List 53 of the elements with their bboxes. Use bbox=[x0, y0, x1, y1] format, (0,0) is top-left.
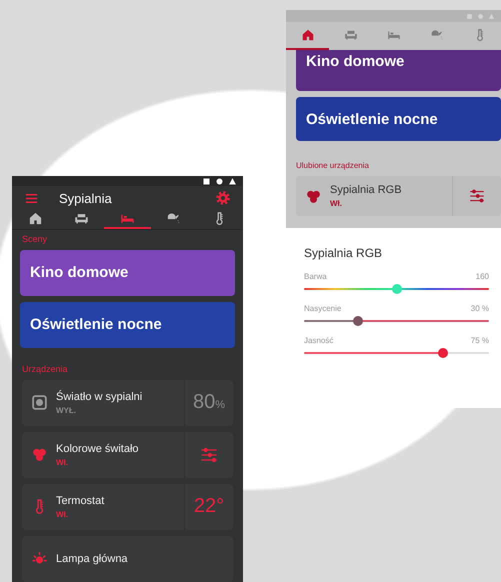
device-value: 80% bbox=[192, 391, 226, 414]
device-name: Lampa główna bbox=[56, 552, 129, 565]
device-value: 22° bbox=[194, 495, 224, 518]
watering-can-icon bbox=[430, 28, 444, 42]
slider-reading: 30 % bbox=[470, 304, 489, 313]
screen-title: Sypialnia bbox=[59, 190, 113, 206]
section-label: Urządzenia bbox=[22, 364, 69, 374]
scene-card[interactable]: Kino domowe bbox=[20, 250, 235, 296]
home-icon bbox=[300, 28, 314, 42]
device-card[interactable]: Kolorowe świtało Wł. bbox=[22, 432, 233, 478]
slider-label: Barwa bbox=[304, 272, 327, 281]
slider-reading: 160 bbox=[476, 272, 489, 281]
scene-title: Kino domowe bbox=[30, 264, 128, 282]
section-label: Sceny bbox=[22, 234, 48, 244]
device-name: Sypialnia RGB bbox=[330, 184, 403, 196]
scene-card[interactable]: Oświetlenie nocne bbox=[20, 302, 235, 348]
square-icon bbox=[202, 176, 211, 186]
device-card[interactable]: Lampa główna bbox=[22, 536, 233, 582]
circle-icon bbox=[477, 12, 484, 20]
slider-thumb[interactable] bbox=[392, 284, 402, 294]
triangle-icon bbox=[228, 176, 237, 186]
sheet-title: Sypialnia RGB bbox=[304, 246, 384, 260]
scene-title: Oświetlenie nocne bbox=[30, 316, 162, 334]
scene-title: Kino domowe bbox=[306, 53, 404, 70]
device-name: Kolorowe świtało bbox=[56, 442, 140, 455]
section-label: Ulubione urządzenia bbox=[296, 161, 370, 170]
square-lamp-icon bbox=[30, 394, 48, 412]
square-icon bbox=[466, 12, 473, 20]
device-name: Światło w sypialni bbox=[56, 390, 144, 403]
device-card[interactable]: Światło w sypialni WYŁ. 80% bbox=[22, 380, 233, 426]
slider-label: Nasycenie bbox=[304, 304, 342, 313]
home-icon bbox=[28, 211, 43, 226]
slider-reading: 75 % bbox=[470, 336, 489, 345]
circle-icon bbox=[215, 176, 224, 186]
device-state: WYŁ. bbox=[56, 406, 77, 415]
settings-icon[interactable] bbox=[215, 190, 231, 206]
device-card[interactable]: Termostat Wł. 22° bbox=[22, 484, 233, 530]
device-state: Wł. bbox=[56, 458, 69, 467]
sliders-icon[interactable] bbox=[468, 187, 486, 205]
device-card[interactable]: Sypialnia RGB Wł. bbox=[296, 176, 501, 216]
scene-card[interactable]: Oświetlenie nocne bbox=[296, 97, 501, 141]
slider-thumb[interactable] bbox=[438, 348, 448, 358]
sofa-icon bbox=[344, 28, 358, 42]
slider-label: Jasność bbox=[304, 336, 334, 345]
sofa-icon bbox=[74, 211, 89, 226]
scene-title: Oświetlenie nocne bbox=[306, 110, 438, 128]
flower-icon bbox=[30, 446, 48, 464]
device-name: Termostat bbox=[56, 494, 106, 507]
triangle-icon bbox=[488, 12, 495, 20]
device-state: Wł. bbox=[56, 510, 69, 519]
slider-thumb[interactable] bbox=[352, 316, 363, 326]
device-state: Wł. bbox=[330, 199, 343, 208]
scene-card[interactable]: Kino domowe bbox=[296, 50, 501, 91]
